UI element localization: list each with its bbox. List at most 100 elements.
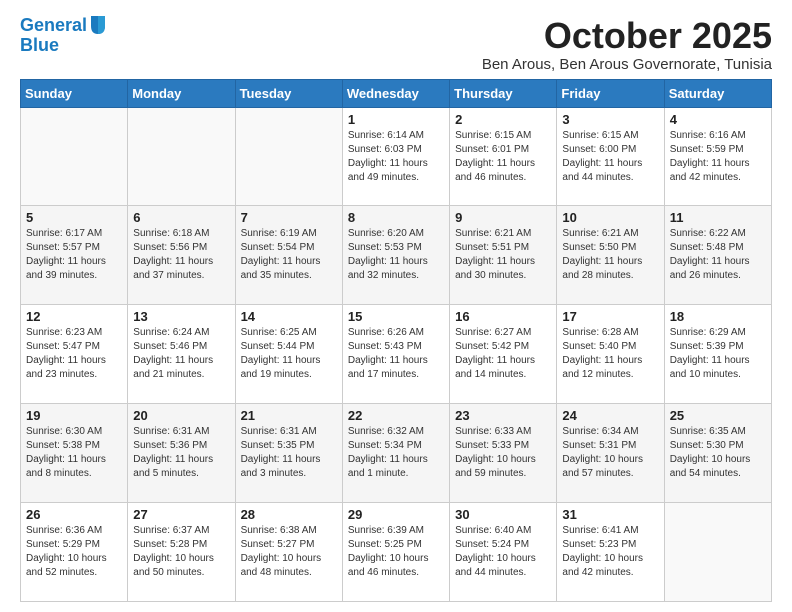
calendar-week-row: 26 Sunrise: 6:36 AM Sunset: 5:29 PM Dayli… xyxy=(21,503,772,602)
calendar-cell: 21Sunrise: 6:31 AM Sunset: 5:35 PM Dayli… xyxy=(235,404,342,503)
day-info: Sunrise: 6:15 AM Sunset: 6:01 PM Dayligh… xyxy=(455,129,551,185)
calendar-cell: 7 Sunrise: 6:19 AM Sunset: 5:54 PM Daylig… xyxy=(235,206,342,305)
calendar-cell: 17 Sunrise: 6:28 AM Sunset: 5:40 PM Dayli… xyxy=(557,305,664,404)
day-number: 12 xyxy=(26,309,122,324)
day-info: Sunrise: 6:41 AM Sunset: 5:23 PM Dayligh… xyxy=(562,524,658,580)
calendar-cell: 28 Sunrise: 6:38 AM Sunset: 5:27 PM Dayli… xyxy=(235,503,342,602)
logo: General Blue xyxy=(20,16,107,56)
calendar-cell: 2 Sunrise: 6:15 AM Sunset: 6:01 PM Daylig… xyxy=(450,107,557,206)
day-info: Sunrise: 6:18 AM Sunset: 5:56 PM Dayligh… xyxy=(133,227,229,283)
day-number: 30 xyxy=(455,507,551,522)
day-info: Sunrise: 6:38 AM Sunset: 5:27 PM Dayligh… xyxy=(241,524,337,580)
day-number: 31 xyxy=(562,507,658,522)
calendar-cell: 14 Sunrise: 6:25 AM Sunset: 5:44 PM Dayli… xyxy=(235,305,342,404)
calendar-cell: 15Sunrise: 6:26 AM Sunset: 5:43 PM Dayli… xyxy=(342,305,449,404)
calendar-header-friday: Friday xyxy=(557,79,664,107)
day-info: Sunrise: 6:35 AM Sunset: 5:30 PM Dayligh… xyxy=(670,425,766,481)
day-number: 21 xyxy=(241,408,337,423)
calendar-cell: 16 Sunrise: 6:27 AM Sunset: 5:42 PM Dayli… xyxy=(450,305,557,404)
calendar-cell: 10Sunrise: 6:21 AM Sunset: 5:50 PM Dayli… xyxy=(557,206,664,305)
calendar-cell: 12 Sunrise: 6:23 AM Sunset: 5:47 PM Dayli… xyxy=(21,305,128,404)
calendar-cell: 29 Sunrise: 6:39 AM Sunset: 5:25 PM Dayli… xyxy=(342,503,449,602)
location-title: Ben Arous, Ben Arous Governorate, Tunisi… xyxy=(482,56,772,73)
calendar-cell: 18 Sunrise: 6:29 AM Sunset: 5:39 PM Dayli… xyxy=(664,305,771,404)
day-number: 7 xyxy=(241,210,337,225)
calendar-cell: 20 Sunrise: 6:31 AM Sunset: 5:36 PM Dayli… xyxy=(128,404,235,503)
day-number: 2 xyxy=(455,112,551,127)
day-info: Sunrise: 6:39 AM Sunset: 5:25 PM Dayligh… xyxy=(348,524,444,580)
calendar-week-row: 12 Sunrise: 6:23 AM Sunset: 5:47 PM Dayli… xyxy=(21,305,772,404)
calendar-cell: 1Sunrise: 6:14 AM Sunset: 6:03 PM Daylig… xyxy=(342,107,449,206)
calendar-cell: 3 Sunrise: 6:15 AM Sunset: 6:00 PM Daylig… xyxy=(557,107,664,206)
calendar-cell: 23Sunrise: 6:33 AM Sunset: 5:33 PM Dayli… xyxy=(450,404,557,503)
day-number: 25 xyxy=(670,408,766,423)
day-info: Sunrise: 6:34 AM Sunset: 5:31 PM Dayligh… xyxy=(562,425,658,481)
day-number: 24 xyxy=(562,408,658,423)
calendar-header-wednesday: Wednesday xyxy=(342,79,449,107)
day-info: Sunrise: 6:27 AM Sunset: 5:42 PM Dayligh… xyxy=(455,326,551,382)
title-block: October 2025 Ben Arous, Ben Arous Govern… xyxy=(482,16,772,73)
day-info: Sunrise: 6:23 AM Sunset: 5:47 PM Dayligh… xyxy=(26,326,122,382)
calendar-cell: 30 Sunrise: 6:40 AM Sunset: 5:24 PM Dayli… xyxy=(450,503,557,602)
calendar-cell: 25 Sunrise: 6:35 AM Sunset: 5:30 PM Dayli… xyxy=(664,404,771,503)
day-number: 13 xyxy=(133,309,229,324)
calendar-week-row: 5 Sunrise: 6:17 AM Sunset: 5:57 PM Daylig… xyxy=(21,206,772,305)
calendar-header-thursday: Thursday xyxy=(450,79,557,107)
calendar-cell: 19 Sunrise: 6:30 AM Sunset: 5:38 PM Dayli… xyxy=(21,404,128,503)
day-info: Sunrise: 6:30 AM Sunset: 5:38 PM Dayligh… xyxy=(26,425,122,481)
day-number: 1 xyxy=(348,112,444,127)
calendar-cell: 8Sunrise: 6:20 AM Sunset: 5:53 PM Daylig… xyxy=(342,206,449,305)
day-number: 19 xyxy=(26,408,122,423)
calendar-header-tuesday: Tuesday xyxy=(235,79,342,107)
day-number: 18 xyxy=(670,309,766,324)
calendar-cell: 26 Sunrise: 6:36 AM Sunset: 5:29 PM Dayli… xyxy=(21,503,128,602)
calendar-header-monday: Monday xyxy=(128,79,235,107)
day-number: 23 xyxy=(455,408,551,423)
day-number: 3 xyxy=(562,112,658,127)
day-info: Sunrise: 6:16 AM Sunset: 5:59 PM Dayligh… xyxy=(670,129,766,185)
calendar-header-saturday: Saturday xyxy=(664,79,771,107)
day-number: 10 xyxy=(562,210,658,225)
day-number: 9 xyxy=(455,210,551,225)
day-number: 29 xyxy=(348,507,444,522)
day-number: 5 xyxy=(26,210,122,225)
day-number: 15 xyxy=(348,309,444,324)
day-info: Sunrise: 6:20 AM Sunset: 5:53 PM Dayligh… xyxy=(348,227,444,283)
day-info: Sunrise: 6:15 AM Sunset: 6:00 PM Dayligh… xyxy=(562,129,658,185)
day-info: Sunrise: 6:31 AM Sunset: 5:36 PM Dayligh… xyxy=(133,425,229,481)
day-info: Sunrise: 6:19 AM Sunset: 5:54 PM Dayligh… xyxy=(241,227,337,283)
day-info: Sunrise: 6:22 AM Sunset: 5:48 PM Dayligh… xyxy=(670,227,766,283)
calendar-cell xyxy=(235,107,342,206)
day-info: Sunrise: 6:40 AM Sunset: 5:24 PM Dayligh… xyxy=(455,524,551,580)
calendar-week-row: 19 Sunrise: 6:30 AM Sunset: 5:38 PM Dayli… xyxy=(21,404,772,503)
day-info: Sunrise: 6:32 AM Sunset: 5:34 PM Dayligh… xyxy=(348,425,444,481)
calendar-cell: 31 Sunrise: 6:41 AM Sunset: 5:23 PM Dayli… xyxy=(557,503,664,602)
logo-icon xyxy=(89,14,107,36)
day-number: 14 xyxy=(241,309,337,324)
day-info: Sunrise: 6:29 AM Sunset: 5:39 PM Dayligh… xyxy=(670,326,766,382)
calendar: SundayMondayTuesdayWednesdayThursdayFrid… xyxy=(20,79,772,602)
day-number: 11 xyxy=(670,210,766,225)
day-info: Sunrise: 6:36 AM Sunset: 5:29 PM Dayligh… xyxy=(26,524,122,580)
day-info: Sunrise: 6:25 AM Sunset: 5:44 PM Dayligh… xyxy=(241,326,337,382)
calendar-cell: 9Sunrise: 6:21 AM Sunset: 5:51 PM Daylig… xyxy=(450,206,557,305)
logo-blue-text: Blue xyxy=(20,36,107,56)
day-number: 26 xyxy=(26,507,122,522)
day-number: 20 xyxy=(133,408,229,423)
calendar-week-row: 1Sunrise: 6:14 AM Sunset: 6:03 PM Daylig… xyxy=(21,107,772,206)
day-info: Sunrise: 6:28 AM Sunset: 5:40 PM Dayligh… xyxy=(562,326,658,382)
header: General Blue October 2025 Ben Arous, Ben… xyxy=(20,16,772,73)
month-title: October 2025 xyxy=(482,16,772,56)
day-number: 16 xyxy=(455,309,551,324)
calendar-cell xyxy=(21,107,128,206)
calendar-cell: 24 Sunrise: 6:34 AM Sunset: 5:31 PM Dayli… xyxy=(557,404,664,503)
calendar-cell: 11 Sunrise: 6:22 AM Sunset: 5:48 PM Dayli… xyxy=(664,206,771,305)
day-info: Sunrise: 6:17 AM Sunset: 5:57 PM Dayligh… xyxy=(26,227,122,283)
calendar-cell: 13Sunrise: 6:24 AM Sunset: 5:46 PM Dayli… xyxy=(128,305,235,404)
day-number: 17 xyxy=(562,309,658,324)
calendar-cell: 4 Sunrise: 6:16 AM Sunset: 5:59 PM Daylig… xyxy=(664,107,771,206)
calendar-cell: 6Sunrise: 6:18 AM Sunset: 5:56 PM Daylig… xyxy=(128,206,235,305)
day-number: 4 xyxy=(670,112,766,127)
day-number: 28 xyxy=(241,507,337,522)
calendar-cell xyxy=(664,503,771,602)
